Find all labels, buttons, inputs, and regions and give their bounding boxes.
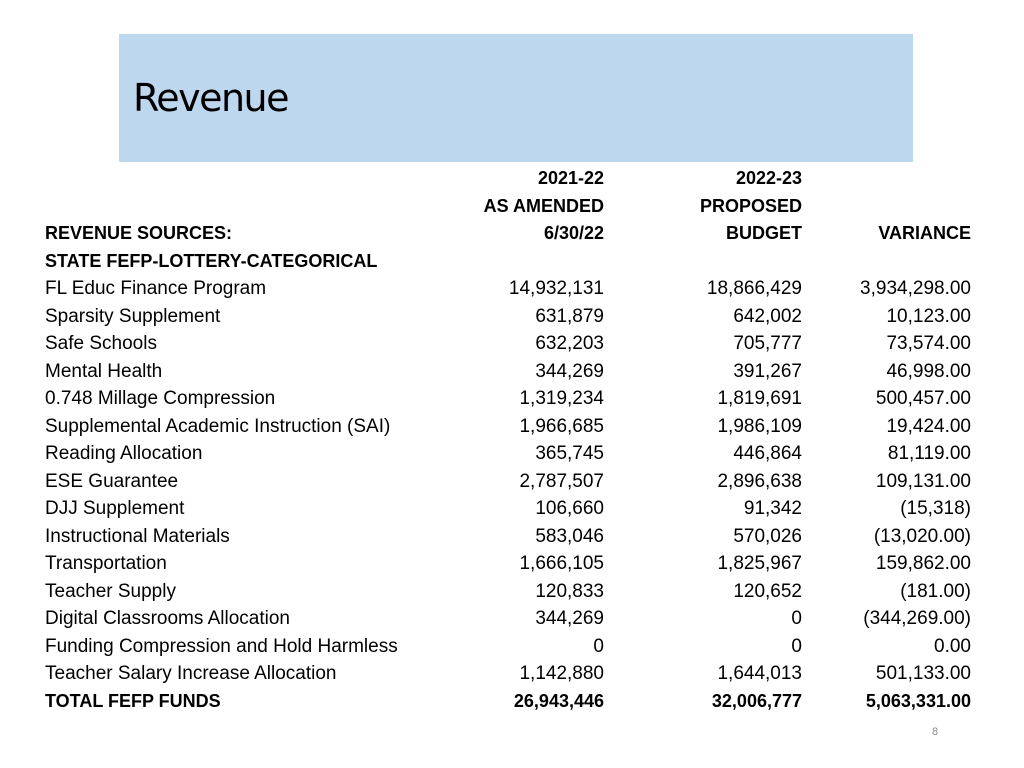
- total-col-b: 32,006,777: [711, 690, 802, 711]
- table-row: Digital Classrooms Allocation 344,269 0 (34…: [0, 605, 1024, 632]
- table-row: Safe Schools 632,203 705,777 73,574.00: [0, 330, 1024, 357]
- page-number: 8: [932, 726, 939, 738]
- row-col-a: 120,833: [535, 580, 604, 602]
- header-row-status: AS AMENDED PROPOSED: [0, 193, 1024, 220]
- row-col-a: 365,745: [535, 443, 604, 464]
- title-banner: Revenue: [119, 34, 913, 162]
- row-label: DJJ Supplement: [45, 498, 185, 519]
- row-variance: 81,119.00: [887, 443, 971, 464]
- row-label: Instructional Materials: [45, 525, 230, 547]
- row-col-b: 642,002: [733, 305, 802, 327]
- row-col-a: 583,046: [535, 525, 604, 547]
- row-col-a: 1,966,685: [519, 415, 604, 437]
- row-variance: 46,998.00: [886, 360, 971, 382]
- table-row: 0.748 Millage Compression 1,319,234 1,819,…: [0, 385, 1024, 412]
- row-col-a: 1,142,880: [519, 663, 604, 684]
- header-col-b-year: 2022-23: [735, 168, 802, 188]
- table-row: Reading Allocation 365,745 446,864 81,119.0…: [0, 440, 1024, 467]
- row-col-b: 705,777: [733, 333, 802, 354]
- row-label: Sparsity Supplement: [45, 305, 221, 327]
- row-col-b: 1,819,691: [717, 388, 802, 409]
- table-row: FL Educ Finance Program 14,932,131 18,866,…: [0, 275, 1024, 302]
- row-label: Teacher Salary Increase Allocation: [45, 663, 337, 684]
- row-col-b: 91,342: [743, 498, 802, 519]
- table-row: Supplemental Academic Instruction (SAI) 1…: [0, 413, 1024, 440]
- row-variance: 10,123.00: [886, 305, 971, 327]
- row-variance: (344,269.00): [863, 608, 971, 629]
- row-variance: 500,457.00: [875, 388, 971, 409]
- row-col-a: 2,787,507: [519, 470, 604, 492]
- total-col-a: 26,943,446: [513, 690, 604, 711]
- row-col-a: 344,269: [535, 608, 604, 629]
- row-variance: (13,020.00): [873, 525, 971, 547]
- header-row-years: 2021-22 2022-23: [0, 165, 1024, 192]
- row-label: Teacher Supply: [45, 580, 176, 602]
- header-row-labels: REVENUE SOURCES: 6/30/22 BUDGET VARIANCE: [0, 220, 1024, 247]
- row-label: Transportation: [45, 553, 167, 574]
- row-col-b: 1,825,967: [717, 553, 802, 574]
- row-col-a: 344,269: [535, 360, 604, 382]
- row-variance: 159,862.00: [875, 553, 971, 574]
- row-variance: 0.00: [934, 635, 971, 657]
- row-label: 0.748 Millage Compression: [45, 388, 276, 409]
- total-row: TOTAL FEFP FUNDS 26,943,446 32,006,777 5…: [0, 688, 1024, 715]
- row-col-a: 631,879: [535, 305, 604, 327]
- row-col-a: 0: [593, 635, 604, 657]
- row-col-b: 0: [791, 608, 802, 629]
- row-col-b: 1,644,013: [717, 663, 802, 684]
- table-row: DJJ Supplement 106,660 91,342 (15,318): [0, 495, 1024, 522]
- row-label: Digital Classrooms Allocation: [45, 608, 290, 629]
- header-col-a-date: 6/30/22: [543, 223, 604, 243]
- total-variance: 5,063,331.00: [865, 690, 971, 711]
- row-col-b: 1,986,109: [717, 415, 802, 437]
- row-col-a: 106,660: [535, 498, 604, 519]
- row-col-b: 18,866,429: [706, 278, 802, 299]
- row-variance: 3,934,298.00: [860, 278, 971, 299]
- row-variance: 73,574.00: [886, 333, 971, 354]
- table-row: Sparsity Supplement 631,879 642,002 10,123.…: [0, 303, 1024, 330]
- slide-title: Revenue: [133, 76, 290, 120]
- table-row: ESE Guarantee 2,787,507 2,896,638 109,131.0…: [0, 468, 1024, 495]
- row-col-a: 632,203: [535, 333, 604, 354]
- table-row: Teacher Supply 120,833 120,652 (181.00): [0, 578, 1024, 605]
- table-row: Funding Compression and Hold Harmless 0 0 0…: [0, 633, 1024, 660]
- row-label: Mental Health: [45, 360, 163, 382]
- row-variance: (15,318): [900, 498, 971, 519]
- row-label: ESE Guarantee: [45, 470, 179, 492]
- total-label: TOTAL FEFP FUNDS: [45, 690, 221, 711]
- table-row: Transportation 1,666,105 1,825,967 159,862.…: [0, 550, 1024, 577]
- row-variance: 19,424.00: [886, 415, 971, 437]
- row-variance: (181.00): [900, 580, 971, 602]
- header-col-b-budget: BUDGET: [726, 223, 802, 243]
- section-heading: STATE FEFP-LOTTERY-CATEGORICAL: [0, 248, 1024, 275]
- row-variance: 501,133.00: [875, 663, 971, 684]
- row-col-b: 446,864: [733, 443, 802, 464]
- section-label: STATE FEFP-LOTTERY-CATEGORICAL: [45, 250, 378, 271]
- row-col-b: 570,026: [733, 525, 802, 547]
- row-label: Funding Compression and Hold Harmless: [45, 635, 398, 657]
- row-col-b: 0: [791, 635, 802, 657]
- table-row: Instructional Materials 583,046 570,026 (13…: [0, 523, 1024, 550]
- row-label: Reading Allocation: [45, 443, 203, 464]
- row-col-b: 2,896,638: [717, 470, 802, 492]
- row-label: FL Educ Finance Program: [45, 278, 267, 299]
- row-col-a: 1,319,234: [519, 388, 604, 409]
- row-col-a: 1,666,105: [519, 553, 604, 574]
- row-col-b: 391,267: [733, 360, 802, 382]
- row-col-b: 120,652: [733, 580, 802, 602]
- row-label: Safe Schools: [45, 333, 157, 354]
- header-revenue-sources: REVENUE SOURCES:: [45, 223, 233, 243]
- row-label: Supplemental Academic Instruction (SAI): [45, 415, 391, 437]
- table-row: Mental Health 344,269 391,267 46,998.00: [0, 358, 1024, 385]
- header-variance: VARIANCE: [878, 223, 971, 243]
- row-variance: 109,131.00: [875, 470, 971, 492]
- row-col-a: 14,932,131: [508, 278, 604, 299]
- header-col-a-status: AS AMENDED: [483, 195, 604, 216]
- header-col-b-status: PROPOSED: [699, 195, 802, 216]
- header-col-a-year: 2021-22: [537, 168, 604, 188]
- table-row: Teacher Salary Increase Allocation 1,142,…: [0, 660, 1024, 687]
